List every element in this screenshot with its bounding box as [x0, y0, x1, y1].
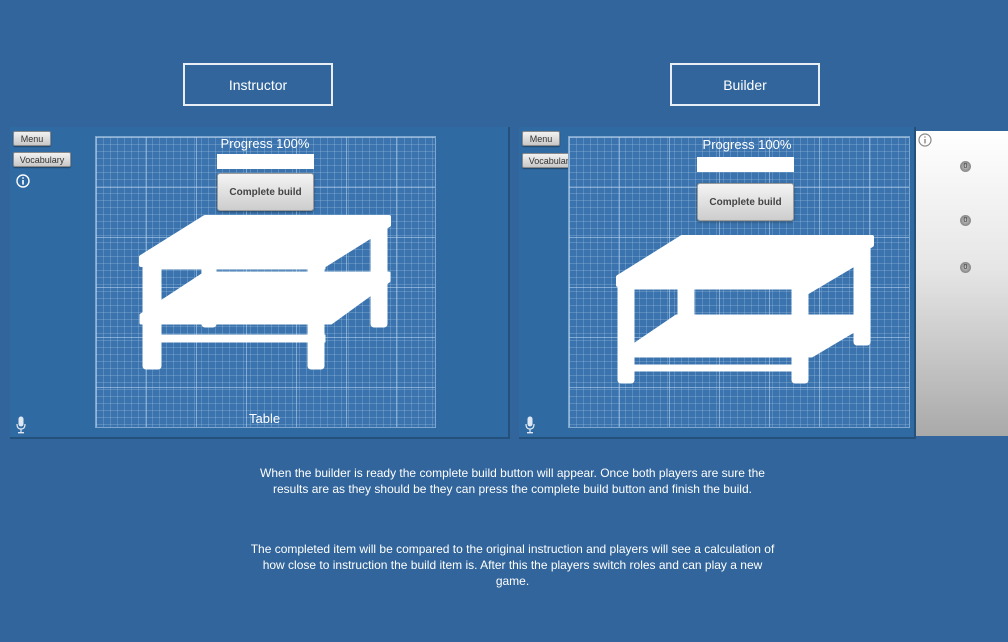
instructor-panel: Menu Vocabulary Progress 100% Complete b… — [10, 127, 510, 439]
description-paragraph: When the builder is ready the complete b… — [260, 466, 765, 496]
builder-panel: Menu Vocabulary Progress 100% Complete b… — [519, 127, 916, 439]
microphone-icon[interactable] — [16, 416, 26, 434]
builder-progress-bar — [697, 157, 794, 172]
description-paragraph: The completed item will be compared to t… — [250, 542, 775, 588]
instructor-item-name: Table — [249, 411, 281, 426]
side-control-knob[interactable]: 0 — [960, 161, 971, 172]
microphone-icon[interactable] — [525, 416, 535, 434]
table-icon — [616, 235, 874, 384]
builder-menu-button[interactable]: Menu — [522, 131, 560, 146]
side-control-knob[interactable]: 0 — [960, 262, 971, 273]
builder-side-panel: 0 0 0 — [916, 131, 1008, 436]
instructor-progress-text: Progress 100% — [220, 136, 310, 151]
info-icon[interactable] — [16, 174, 30, 188]
table-icon — [139, 215, 391, 370]
instructor-vocabulary-button[interactable]: Vocabulary — [13, 152, 71, 167]
builder-complete-build-button[interactable]: Complete build — [697, 183, 794, 221]
instructor-role-label: Instructor — [183, 63, 333, 106]
builder-role-label: Builder — [670, 63, 820, 106]
side-control-knob[interactable]: 0 — [960, 215, 971, 226]
instructor-menu-button[interactable]: Menu — [13, 131, 51, 146]
instructor-complete-build-button[interactable]: Complete build — [217, 173, 314, 211]
info-icon[interactable] — [918, 133, 932, 147]
builder-progress-text: Progress 100% — [702, 137, 792, 152]
instructor-progress-bar — [217, 154, 314, 169]
